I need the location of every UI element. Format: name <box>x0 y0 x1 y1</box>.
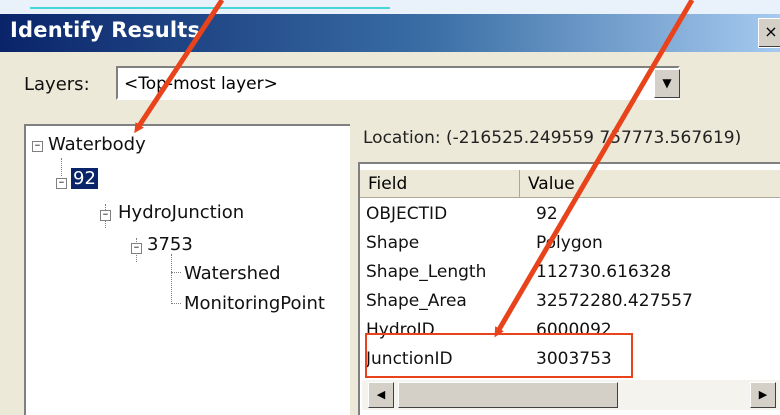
table-row[interactable]: Shape_Area 32572280.427557 <box>366 291 693 311</box>
collapse-toggle-icon[interactable]: − <box>56 178 67 189</box>
collapse-toggle-icon[interactable]: − <box>32 141 43 152</box>
field-name: Shape <box>366 233 420 253</box>
field-value: 32572280.427557 <box>536 291 693 311</box>
tree-connector <box>171 272 181 273</box>
table-row[interactable]: OBJECTID 92 <box>366 204 558 224</box>
scroll-left-arrow-icon[interactable]: ◀ <box>368 382 394 408</box>
tree-connector <box>171 254 172 304</box>
tree-connector <box>61 158 62 176</box>
column-header-value[interactable]: Value <box>520 170 780 198</box>
field-name: Shape_Length <box>366 262 487 282</box>
horizontal-scrollbar[interactable]: ◀ ▶ <box>362 380 780 410</box>
tree-node-hydrojunction[interactable]: HydroJunction <box>118 202 244 223</box>
field-value: 112730.616328 <box>536 262 672 282</box>
collapse-toggle-icon[interactable]: − <box>100 210 111 221</box>
field-value: 92 <box>536 204 558 224</box>
column-header-field[interactable]: Field <box>360 170 520 198</box>
tree-connector <box>171 303 181 304</box>
tree-node-monitoringpoint[interactable]: MonitoringPoint <box>184 293 325 314</box>
tree-node-3753[interactable]: 3753 <box>147 234 193 255</box>
tree-node-92-selected[interactable]: 92 <box>71 168 98 189</box>
field-name: Shape_Area <box>366 291 467 311</box>
layers-dropdown[interactable]: <Top-most layer> ▼ <box>116 66 680 100</box>
location-readout: Location: (-216525.249559 757773.567619) <box>363 128 742 148</box>
close-button[interactable]: × <box>758 18 780 48</box>
scrollbar-thumb[interactable] <box>398 382 618 408</box>
table-row[interactable]: Shape_Length 112730.616328 <box>366 262 671 282</box>
dropdown-arrow-icon[interactable]: ▼ <box>654 69 680 98</box>
layers-label: Layers: <box>24 74 90 95</box>
layers-dropdown-value: <Top-most layer> <box>124 74 278 94</box>
field-name: OBJECTID <box>366 204 448 224</box>
table-row[interactable]: Shape Polygon <box>366 233 603 253</box>
tree-node-watershed[interactable]: Watershed <box>184 263 281 284</box>
background-window-strip <box>0 0 780 14</box>
junctionid-highlight-box <box>365 333 633 378</box>
collapse-toggle-icon[interactable]: − <box>131 243 142 254</box>
background-underline <box>30 0 390 9</box>
scroll-right-arrow-icon[interactable]: ▶ <box>750 382 776 408</box>
tree-node-waterbody[interactable]: Waterbody <box>48 134 146 155</box>
feature-tree[interactable]: − Waterbody − 92 − HydroJunction − 3753 … <box>24 124 350 415</box>
window-title: Identify Results <box>10 18 201 42</box>
field-value: Polygon <box>536 233 603 253</box>
